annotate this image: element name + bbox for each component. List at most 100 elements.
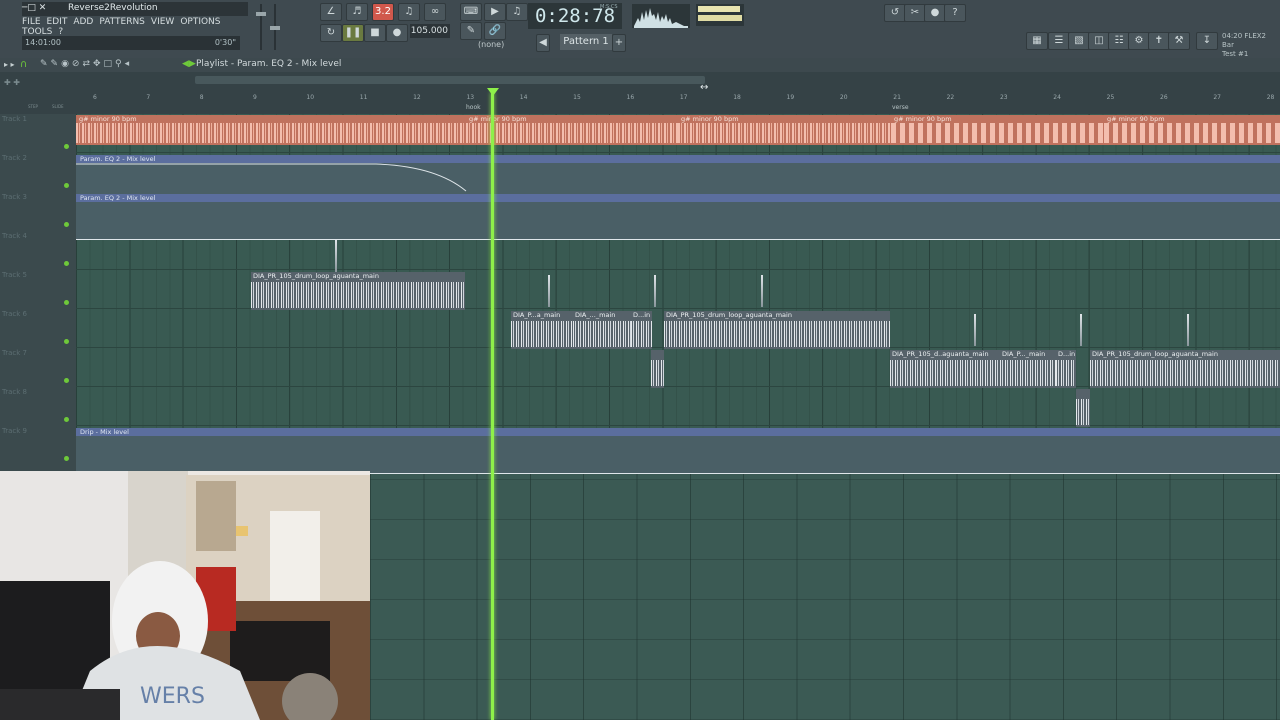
playlist-tools[interactable]: ✎✎◉⊘⇄✥□⚲◂ xyxy=(40,59,132,69)
track-label[interactable]: Track 1 xyxy=(2,115,27,123)
track-label[interactable]: Track 6 xyxy=(2,310,27,318)
drum-clip[interactable] xyxy=(651,350,664,388)
audio-clip[interactable]: g# minor 90 bpm xyxy=(76,115,466,145)
master-pitch-slider[interactable] xyxy=(270,4,280,50)
tempo-display[interactable]: 105.000 xyxy=(410,24,450,38)
row-separator xyxy=(76,425,1280,426)
playlist-view-icon[interactable]: ▦ xyxy=(1026,32,1048,50)
pause-button[interactable]: ❚❚ xyxy=(342,24,364,42)
hit-clip[interactable] xyxy=(335,240,337,272)
wrench-icon[interactable]: ⚒ xyxy=(1168,32,1190,50)
rec-badge[interactable]: 3.2 xyxy=(372,3,394,21)
drum-clip[interactable]: DIA_PR_105_drum_loop_aguanta_main xyxy=(664,311,890,349)
menu-patterns[interactable]: PATTERNS xyxy=(99,17,145,27)
mode-slide[interactable]: SLIDE xyxy=(52,104,64,109)
track-label[interactable]: Track 4 xyxy=(2,232,27,240)
typing-keyboard-icon[interactable]: ⌨ xyxy=(460,3,482,21)
track-enable-led[interactable] xyxy=(64,378,69,383)
menu-options[interactable]: OPTIONS xyxy=(180,17,220,27)
blend-notes-icon[interactable]: ♫ xyxy=(506,3,528,21)
track-label[interactable]: Track 3 xyxy=(2,193,27,201)
wait-icon[interactable]: ♫ xyxy=(398,3,420,21)
record-button[interactable]: ● xyxy=(386,24,408,42)
playhead-marker-icon[interactable] xyxy=(487,88,499,96)
help-icon[interactable]: ? xyxy=(944,4,966,22)
track-enable-led[interactable] xyxy=(64,300,69,305)
playlist-menu-icon[interactable]: ▸ ▸ xyxy=(4,60,15,69)
hit-clip[interactable] xyxy=(1080,314,1082,346)
drum-clip[interactable]: DIA_PR_105_drum_loop_aguanta_main xyxy=(251,272,465,310)
bar-number: 28 xyxy=(1266,94,1275,101)
drum-clip[interactable]: DIA_..._main xyxy=(573,311,631,349)
playlist-grid-lower[interactable] xyxy=(370,470,1280,720)
track-enable-led[interactable] xyxy=(64,417,69,422)
menu-edit[interactable]: EDIT xyxy=(47,17,68,27)
horizontal-scrollbar[interactable] xyxy=(195,76,705,84)
automation-clip-drip[interactable]: Drip - Mix level xyxy=(76,428,1280,474)
pattern-prev-icon[interactable]: ◀ xyxy=(536,34,550,52)
audio-clip[interactable]: g# minor 90 bpm xyxy=(466,115,678,145)
pattern-song-icon[interactable]: ∠ xyxy=(320,3,342,21)
cut-icon[interactable]: ✂ xyxy=(904,4,926,22)
metronome-icon[interactable]: ♬ xyxy=(346,3,368,21)
audio-clip[interactable]: g# minor 90 bpm xyxy=(678,115,891,145)
playlist-arrow-icon[interactable]: ◀▶ xyxy=(182,59,196,69)
undo-icon[interactable]: ↺ xyxy=(884,4,906,22)
piano-roll-icon[interactable]: ▧ xyxy=(1068,32,1090,50)
master-volume-slider[interactable] xyxy=(256,4,266,50)
menu-file[interactable]: FILE xyxy=(22,17,41,27)
drum-clip[interactable]: D...in xyxy=(631,311,652,349)
menu-add[interactable]: ADD xyxy=(73,17,93,27)
bar-number: 11 xyxy=(359,94,368,101)
drum-clip[interactable]: DIA_P...a_main xyxy=(511,311,573,349)
track-enable-led[interactable] xyxy=(64,144,69,149)
hit-clip[interactable] xyxy=(654,275,656,307)
track-enable-led[interactable] xyxy=(64,261,69,266)
track-enable-led[interactable] xyxy=(64,222,69,227)
stop-button[interactable]: ■ xyxy=(364,24,386,42)
loop-icon[interactable]: ↻ xyxy=(320,24,342,42)
hit-clip[interactable] xyxy=(1187,314,1189,346)
track-label[interactable]: Track 7 xyxy=(2,349,27,357)
automation-clip-eq[interactable]: Param. EQ 2 - Mix level xyxy=(76,194,1280,240)
track-label[interactable]: Track 5 xyxy=(2,271,27,279)
mic-icon[interactable]: ● xyxy=(924,4,946,22)
pattern-add-icon[interactable]: + xyxy=(612,34,626,52)
magnet-icon[interactable]: ∩ xyxy=(20,59,27,70)
drum-clip[interactable] xyxy=(1076,389,1090,427)
step-icon[interactable]: ▶ xyxy=(484,3,506,21)
audio-clip[interactable]: g# minor 90 bpm xyxy=(891,115,1104,145)
loop-rec-icon[interactable]: ∞ xyxy=(424,3,446,21)
track-label[interactable]: Track 2 xyxy=(2,154,27,162)
audio-clip[interactable]: g# minor 90 bpm xyxy=(1104,115,1280,145)
drum-clip[interactable]: DIA_P..._main xyxy=(1000,350,1056,388)
hit-clip[interactable] xyxy=(548,275,550,307)
marker-verse[interactable]: verse xyxy=(892,104,909,111)
plugin-picker-icon[interactable]: ⚙ xyxy=(1128,32,1150,50)
track-label[interactable]: Track 8 xyxy=(2,388,27,396)
drum-clip[interactable]: DIA_PR_105_d..aguanta_main xyxy=(890,350,1000,388)
plugin-icon[interactable]: ✝ xyxy=(1148,32,1170,50)
track-enable-led[interactable] xyxy=(64,183,69,188)
track-label[interactable]: Track 9 xyxy=(2,427,27,435)
ruler-nav-icon[interactable]: ✚ ✚ xyxy=(4,78,20,87)
playhead[interactable] xyxy=(491,92,494,720)
download-icon[interactable]: ↧ xyxy=(1196,32,1218,50)
pen-icon[interactable]: ✎ xyxy=(460,22,482,40)
bar-number: 12 xyxy=(413,94,421,101)
channel-rack-icon[interactable]: ☰ xyxy=(1048,32,1070,50)
track-enable-led[interactable] xyxy=(64,339,69,344)
marker-hook[interactable]: hook xyxy=(466,104,481,111)
link-icon[interactable]: 🔗 xyxy=(484,22,506,40)
drum-clip[interactable]: DIA_PR_105_drum_loop_aguanta_main xyxy=(1090,350,1280,388)
browser-icon[interactable]: ☷ xyxy=(1108,32,1130,50)
menu-view[interactable]: VIEW xyxy=(151,17,174,27)
pattern-selector[interactable]: Pattern 1 xyxy=(560,34,612,50)
mixer-icon[interactable]: ◫ xyxy=(1088,32,1110,50)
drum-clip[interactable]: D...in xyxy=(1056,350,1076,388)
track-enable-led[interactable] xyxy=(64,456,69,461)
snap-selector[interactable]: (none) xyxy=(478,40,514,52)
hit-clip[interactable] xyxy=(974,314,976,346)
hit-clip[interactable] xyxy=(761,275,763,307)
mode-step[interactable]: STEP xyxy=(28,104,38,109)
